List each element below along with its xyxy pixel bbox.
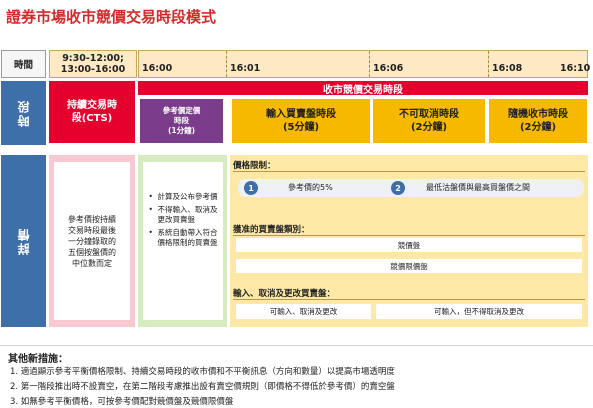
order-input-line-1: 輸入買賣盤時段	[266, 109, 336, 120]
order-type-auction: 競價盤	[236, 238, 582, 252]
continuous-hours-line-2: 13:00-16:00	[60, 64, 126, 75]
time-header-label: 時間	[1, 50, 46, 78]
tick-1608: 16:08	[492, 63, 523, 74]
details-label-text: 詳情	[17, 227, 31, 255]
closing-auction-session-bar: 收市競價交易時段	[138, 81, 588, 96]
tick-1606: 16:06	[373, 63, 404, 74]
price-limit-row: 1 參考價的5% 2 最低沽盤價與最高買盤價之間	[238, 179, 584, 197]
tick-1610: 16:10	[560, 63, 591, 74]
continuous-session-line-2: 段(CTS)	[71, 113, 113, 124]
tick-1600: 16:00	[142, 63, 173, 74]
continuous-trading-hours: 9:30-12:00; 13:00-16:00	[49, 50, 137, 78]
random-close-line-2: (2分鐘)	[519, 122, 557, 133]
note-item-1: 1. 適過顯示參考平衡價格限制、持續交易時段的收市價和不平衡訊息（方向和數量）以…	[10, 367, 395, 377]
ref-calc-line: 中位數而定	[72, 258, 112, 268]
input-cancel-allowed: 可輸入、取消及更改	[236, 304, 371, 319]
sessions-label-text: 時段	[17, 99, 31, 127]
ref-session-line-3: (1分鐘)	[167, 126, 196, 135]
order-input-line-2: (5分鐘)	[282, 122, 320, 133]
input-cancel-title: 輸入、取消及更改買賣盤：	[233, 289, 336, 299]
input-only-no-cancel: 可輸入，但不得取消及更改	[376, 304, 582, 319]
ref-session-line-1: 參考價定價	[162, 106, 201, 115]
timeline-divider	[488, 51, 489, 77]
reference-price-calculation-panel: 參考價按持續 交易時段最後 一分鐘錄取的 五個按盤價的 中位數而定	[49, 155, 135, 327]
section-divider	[233, 299, 585, 300]
timeline-divider	[369, 51, 370, 77]
order-types-title: 獲准的買賣盤類別：	[233, 225, 310, 235]
reference-price-calculation-text: 參考價按持續 交易時段最後 一分鐘錄取的 五個按盤價的 中位數而定	[54, 162, 130, 320]
timeline-band: 16:00 16:01 16:06 16:08 16:10	[138, 50, 591, 78]
section-divider	[233, 235, 585, 236]
bullet-item: 不得輸入、取消及更改買賣盤	[149, 205, 220, 225]
bullet-item: 計算及公布參考價	[149, 192, 220, 202]
price-limit-item-1: 參考價的5%	[288, 183, 333, 192]
ref-calc-line: 參考價按持續	[68, 214, 116, 224]
order-input-session: 輸入買賣盤時段 (5分鐘)	[232, 99, 370, 143]
page-title: 證券市場收市競價交易時段模式	[6, 8, 217, 26]
notes-title: 其他新措施：	[8, 354, 68, 365]
reference-price-details-panel: 計算及公布參考價 不得輸入、取消及更改買賣盤 系統自動帶入符合價格限制的買賣盤	[138, 155, 227, 327]
continuous-trading-session: 持續交易時 段(CTS)	[49, 81, 135, 143]
section-divider	[233, 171, 585, 172]
price-limit-item-2: 最低沽盤價與最高買盤價之間	[426, 183, 530, 192]
ref-calc-line: 五個按盤價的	[68, 247, 116, 257]
order-rules-panel: 價格限制： 1 參考價的5% 2 最低沽盤價與最高買盤價之間 獲准的買賣盤類別：…	[230, 155, 588, 327]
ref-calc-line: 一分鐘錄取的	[68, 236, 116, 246]
number-badge-1: 1	[244, 181, 258, 195]
no-cancellation-session: 不可取消時段 (2分鐘)	[373, 99, 485, 143]
timeline-divider	[226, 51, 227, 77]
no-cancel-line-2: (2分鐘)	[410, 122, 448, 133]
random-close-line-1: 隨機收市時段	[508, 109, 568, 120]
number-badge-2: 2	[391, 181, 405, 195]
tick-1601: 16:01	[230, 63, 261, 74]
continuous-hours-line-1: 9:30-12:00;	[62, 53, 124, 64]
notes-divider	[0, 345, 593, 346]
note-item-3: 3. 如無參考平衡價格，可按參考價配對競價盤及競價限價盤	[10, 397, 234, 407]
details-row-label: 詳情	[1, 155, 46, 327]
ref-session-line-2: 時段	[174, 116, 189, 125]
bullet-item: 系統自動帶入符合價格限制的買賣盤	[149, 228, 220, 248]
ref-calc-line: 交易時段最後	[68, 225, 116, 235]
continuous-session-line-1: 持續交易時	[67, 100, 117, 111]
note-item-2: 2. 第一階段推出時不設賣空，在第二階段考慮推出設有賣空價規則（即價格不得低於參…	[10, 382, 395, 392]
sessions-row-label: 時段	[1, 81, 46, 145]
reference-price-bullets: 計算及公布參考價 不得輸入、取消及更改買賣盤 系統自動帶入符合價格限制的買賣盤	[149, 192, 220, 248]
random-closing-session: 隨機收市時段 (2分鐘)	[489, 99, 587, 143]
price-limit-title: 價格限制：	[233, 161, 276, 171]
reference-price-session: 參考價定價 時段 (1分鐘)	[140, 99, 223, 143]
no-cancel-line-1: 不可取消時段	[399, 109, 459, 120]
order-type-auction-limit: 競價限價盤	[236, 259, 582, 273]
